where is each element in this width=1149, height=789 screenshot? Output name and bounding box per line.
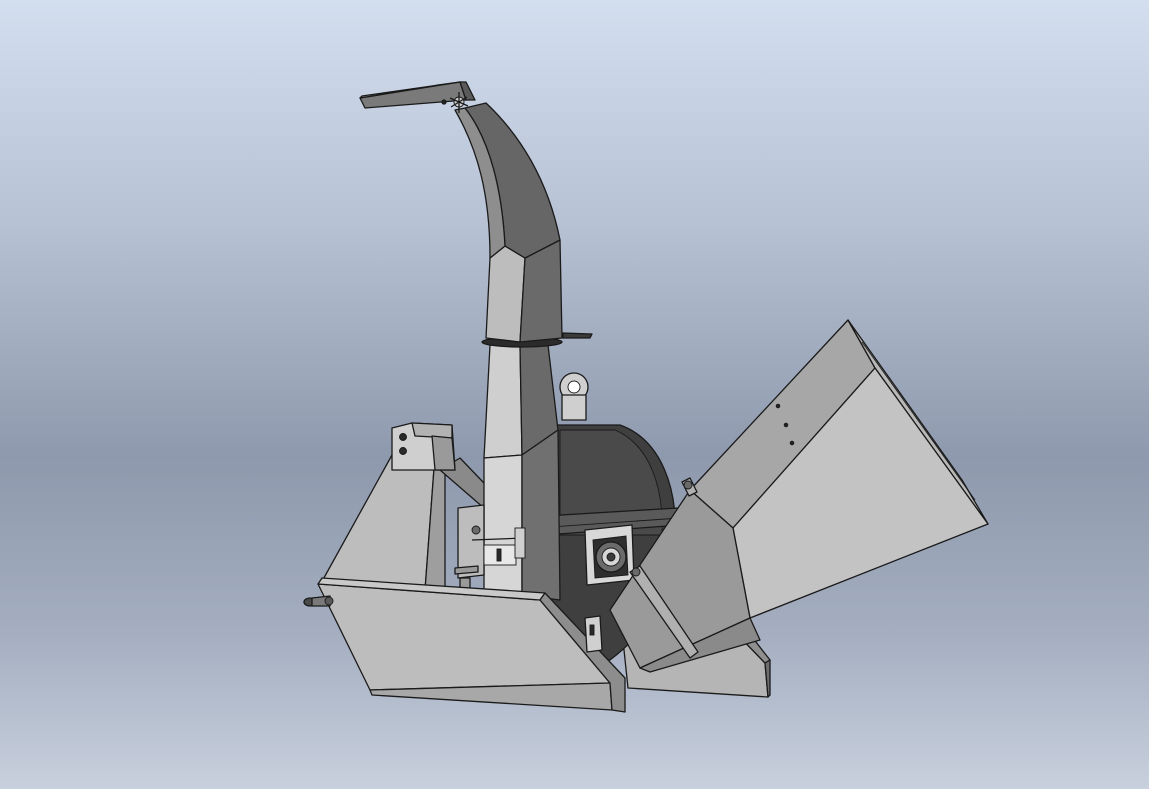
bearing-block — [584, 524, 635, 586]
lower-bracket — [584, 615, 603, 653]
discharge-chute — [359, 81, 593, 348]
wood-chipper-model[interactable] — [0, 0, 1149, 789]
cad-viewport[interactable] — [0, 0, 1149, 789]
